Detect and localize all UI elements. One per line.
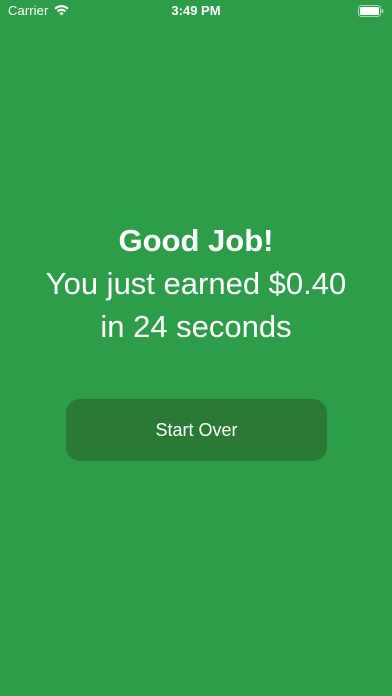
status-time: 3:49 PM	[171, 3, 221, 18]
start-over-button[interactable]: Start Over	[66, 399, 327, 461]
result-message: Good Job! You just earned $0.40 in 24 se…	[0, 220, 392, 348]
elapsed-time-text: in 24 seconds	[100, 309, 292, 344]
status-bar: Carrier 3:49 PM	[0, 0, 392, 24]
earned-amount-text: You just earned $0.40	[45, 266, 347, 301]
result-title: Good Job!	[118, 223, 274, 258]
battery-icon	[358, 5, 384, 17]
